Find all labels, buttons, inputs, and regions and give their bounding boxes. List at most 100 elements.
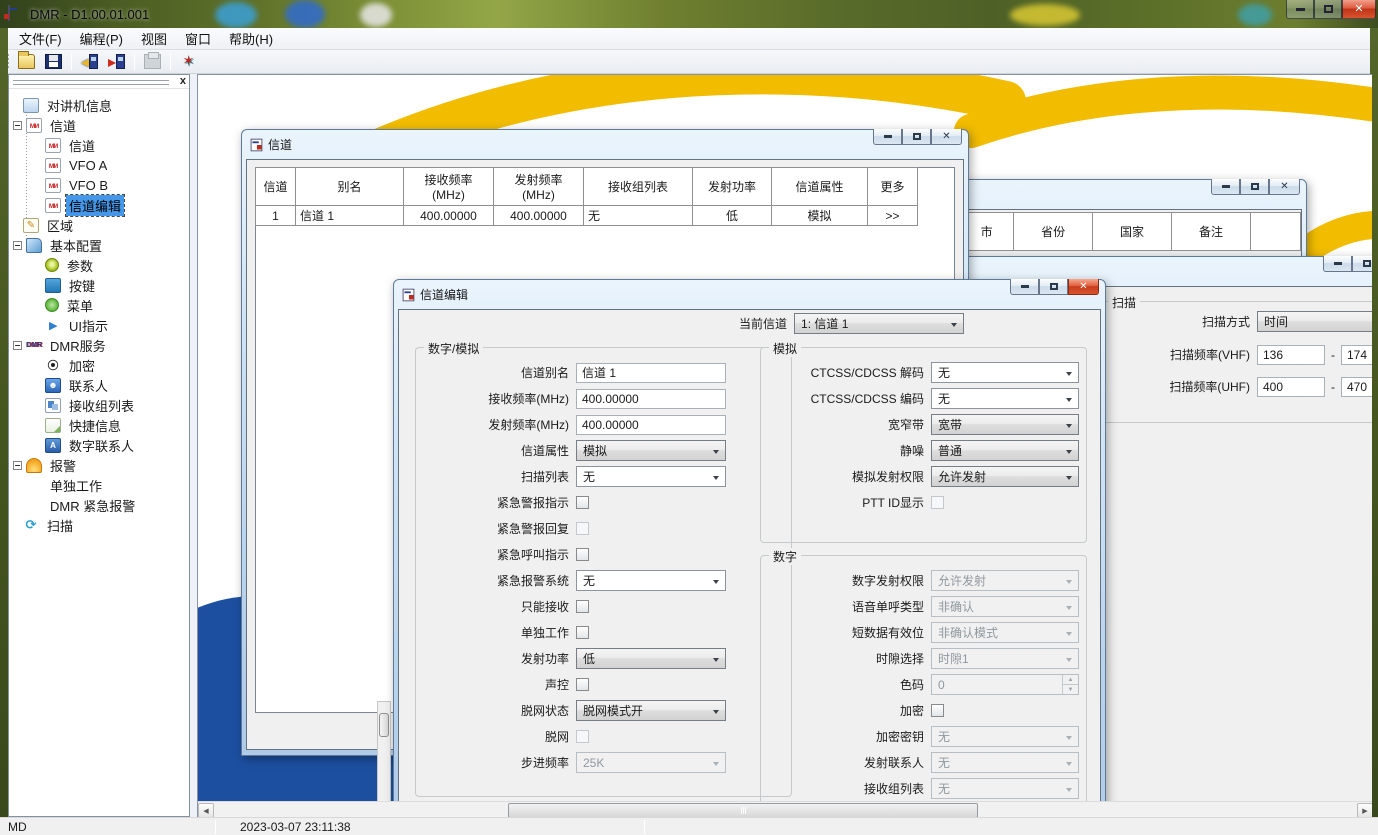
scan-vhf-to-input[interactable]: 174 [1341, 345, 1372, 365]
table-row[interactable]: 1信道 1400.00000400.00000无低模拟>> [256, 206, 918, 226]
vox-checkbox[interactable] [576, 678, 589, 691]
offline-status-combo[interactable]: 脱网模式开 [576, 700, 726, 721]
sidebar-item-digital-contacts[interactable]: 数字联系人 [9, 435, 189, 455]
form-row-scan-list: 扫描列表无 [416, 466, 791, 487]
chevron-down-icon [713, 450, 719, 454]
menu-item-5[interactable]: 帮助(H) [220, 27, 282, 50]
ctcss-decode-combo[interactable]: 无 [931, 362, 1079, 383]
menu-item-3[interactable]: 视图 [132, 27, 176, 50]
channel-type-combo[interactable]: 模拟 [576, 440, 726, 461]
panel-close-icon[interactable]: x [180, 75, 186, 88]
emergency-call-indication-checkbox[interactable] [576, 548, 589, 561]
sidebar-item-zone[interactable]: 区域 [9, 215, 189, 235]
sidebar-item-menu[interactable]: 菜单 [9, 295, 189, 315]
form-row-offline: 脱网 [416, 726, 791, 747]
current-channel-combo[interactable]: 1: 信道 1 [794, 313, 964, 334]
sidebar-item-channel[interactable]: 信道 [9, 135, 189, 155]
close-button[interactable]: ✕ [1269, 179, 1300, 195]
lone-worker-checkbox[interactable] [576, 626, 589, 639]
sidebar-item-channel-group[interactable]: 信道 [9, 115, 189, 135]
factory-tool-button[interactable]: ✶ [176, 51, 201, 72]
sidebar-item-scan[interactable]: 扫描 [9, 515, 189, 535]
open-file-button[interactable] [14, 51, 39, 72]
close-button[interactable]: ✕ [931, 129, 962, 145]
sidebar-item-contacts[interactable]: 联系人 [9, 375, 189, 395]
scan-uhf-to-input[interactable]: 470 [1341, 377, 1372, 397]
analog-tx-permit-combo[interactable]: 允许发射 [931, 466, 1079, 487]
scrollbar-thumb[interactable] [508, 803, 978, 817]
rx-only-checkbox[interactable] [576, 600, 589, 613]
menu-item-2[interactable]: 编程(P) [71, 27, 132, 50]
restore-button[interactable] [1352, 256, 1372, 272]
emergency-alarm-indication-checkbox[interactable] [576, 496, 589, 509]
scroll-left-arrow[interactable]: ◀ [198, 803, 214, 817]
editor-window-titlebar[interactable]: 信道编辑 ✕ [398, 280, 1101, 309]
mdi-horizontal-scrollbar[interactable]: ◀ ▶ [198, 801, 1372, 817]
sidebar-item-channel-edit[interactable]: 信道编辑 [9, 195, 189, 215]
sidebar-item-rx-group-list[interactable]: 接收组列表 [9, 395, 189, 415]
scan-list-combo[interactable]: 无 [576, 466, 726, 487]
tx-freq-mhz-input[interactable]: 400.00000 [576, 415, 726, 435]
sidebar-item-ui-indication[interactable]: UI指示 [9, 315, 189, 335]
sidebar-item-lone-worker[interactable]: 单独工作 [9, 475, 189, 495]
sidebar-item-parameters[interactable]: 参数 [9, 255, 189, 275]
combo-value: 模拟 [583, 442, 607, 459]
tx-power-combo[interactable]: 低 [576, 648, 726, 669]
scan-mode-combo[interactable]: 时间 [1257, 311, 1372, 332]
scan-mode-label: 扫描方式 [1107, 313, 1257, 330]
write-to-radio-button[interactable] [104, 51, 129, 72]
tree-expander-icon[interactable] [13, 241, 22, 250]
sidebar-item-radio-info[interactable]: 对讲机信息 [9, 95, 189, 115]
channel-window-titlebar[interactable]: 信道 ✕ [246, 130, 964, 159]
minimize-button[interactable] [873, 129, 902, 145]
restore-button[interactable] [902, 129, 931, 145]
sidebar-item-quick-message[interactable]: 快捷信息 [9, 415, 189, 435]
scan-vhf-from-input[interactable]: 136 [1257, 345, 1325, 365]
tree-expander-icon[interactable] [13, 461, 22, 470]
minimize-button[interactable] [1323, 256, 1352, 272]
save-file-button[interactable] [41, 51, 66, 72]
menu-item-1[interactable]: 文件(F) [10, 27, 71, 50]
ctcss-encode-combo[interactable]: 无 [931, 388, 1079, 409]
sidebar-item-vfo-b[interactable]: VFO B [9, 175, 189, 195]
group-label: 数字/模拟 [424, 340, 483, 357]
sidebar-item-keys[interactable]: 按键 [9, 275, 189, 295]
close-button[interactable]: ✕ [1068, 279, 1099, 295]
tree-expander-icon[interactable] [13, 341, 22, 350]
restore-button[interactable] [1039, 279, 1068, 295]
close-button[interactable]: ✕ [1342, 0, 1376, 19]
emergency-alarm-system-combo[interactable]: 无 [576, 570, 726, 591]
minimize-button[interactable] [1010, 279, 1039, 295]
sidebar-item-basic-config[interactable]: 基本配置 [9, 235, 189, 255]
header-line1: 发射功率 [697, 178, 767, 195]
sidebar-item-dmr-service[interactable]: DMR服务 [9, 335, 189, 355]
minimize-button[interactable] [1286, 0, 1314, 19]
menu-item-4[interactable]: 窗口 [176, 27, 220, 50]
tree-expander-icon[interactable] [13, 121, 22, 130]
sidebar-item-encryption[interactable]: 加密 [9, 355, 189, 375]
combo-value: 低 [583, 650, 595, 667]
vertical-scrollbar[interactable] [377, 701, 391, 817]
form-row-channel-type: 信道属性模拟 [416, 440, 791, 461]
minimize-button[interactable] [1211, 179, 1240, 195]
scan-uhf-from-input[interactable]: 400 [1257, 377, 1325, 397]
window-titlebar[interactable]: DMR - D1.00.01.001 ✕ [0, 0, 1378, 28]
rx-freq-mhz-input[interactable]: 400.00000 [576, 389, 726, 409]
channel-alias-input[interactable]: 信道 1 [576, 363, 726, 383]
contacts-window-titlebar[interactable]: ✕ [956, 180, 1302, 209]
maximize-button[interactable] [1314, 0, 1342, 19]
sidebar-item-vfo-a[interactable]: VFO A [9, 155, 189, 175]
restore-button[interactable] [1240, 179, 1269, 195]
panel-header[interactable]: x [9, 75, 189, 89]
read-from-radio-button[interactable] [77, 51, 102, 72]
scroll-right-arrow[interactable]: ▶ [1357, 803, 1372, 817]
toolbar-separator [134, 53, 135, 70]
form-row-ctcss-encode: CTCSS/CDCSS 编码无 [761, 388, 1086, 409]
bandwidth-combo[interactable]: 宽带 [931, 414, 1079, 435]
squelch-combo[interactable]: 普通 [931, 440, 1079, 461]
scrollbar-thumb[interactable] [379, 713, 389, 737]
sidebar-item-alarm[interactable]: 报警 [9, 455, 189, 475]
chevron-down-icon [1066, 450, 1072, 454]
encrypt-checkbox[interactable] [931, 704, 944, 717]
sidebar-item-dmr-emergency-alarm[interactable]: DMR 紧急报警 [9, 495, 189, 515]
